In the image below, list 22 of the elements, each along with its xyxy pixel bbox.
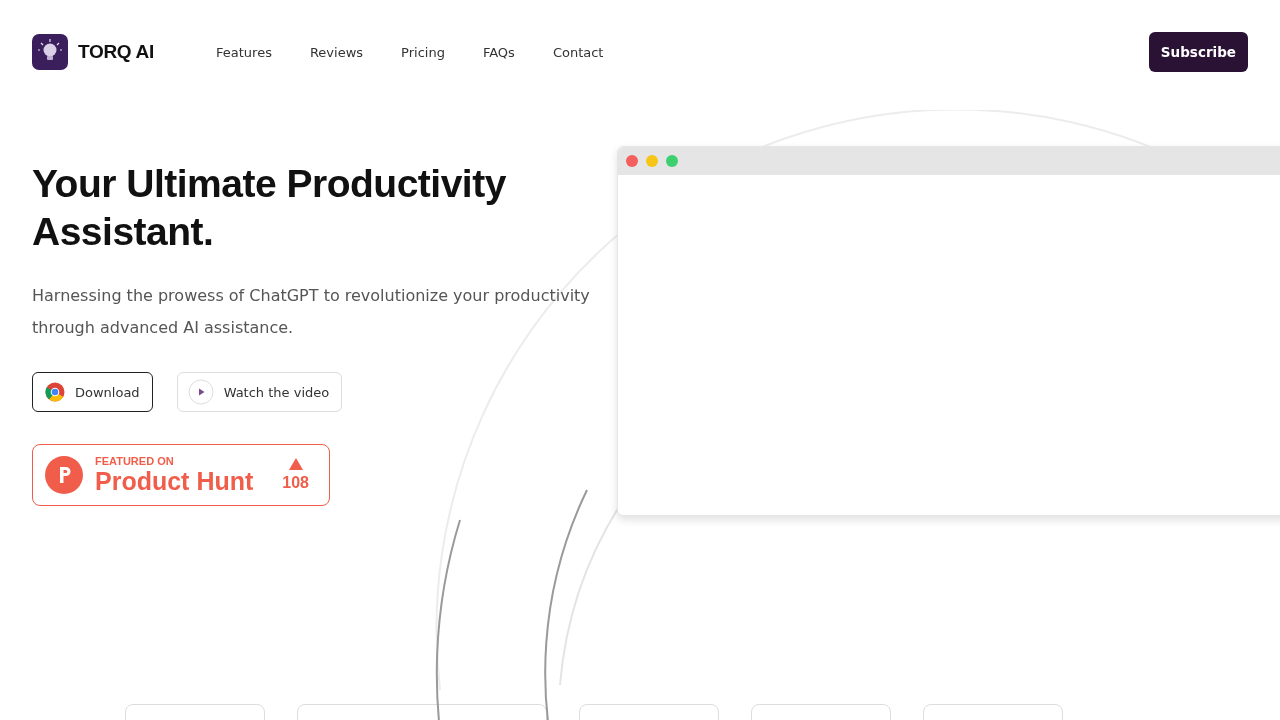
brand-name[interactable]: TORQ AI — [78, 41, 154, 63]
nav-link[interactable]: Features — [216, 44, 272, 60]
badge-eyebrow: FEATURED ON — [95, 455, 175, 467]
nav-link[interactable]: FAQs — [482, 44, 515, 60]
vote-count: 108 — [282, 474, 309, 492]
maximize-dot-icon — [666, 155, 678, 167]
badge-title: Product Hunt — [95, 467, 254, 495]
close-dot-icon — [626, 155, 638, 167]
video-button[interactable]: Watch the video — [176, 372, 343, 412]
browser-logo-icon — [45, 382, 65, 402]
product-hunt-logo-icon — [45, 456, 83, 494]
nav-link[interactable]: Pricing — [401, 44, 445, 60]
play-icon — [187, 379, 214, 405]
subscribe-button[interactable]: Subscribe — [1148, 32, 1248, 72]
minimize-dot-icon — [646, 155, 658, 167]
nav-link[interactable]: Contact — [552, 44, 604, 60]
nav-link[interactable]: Reviews — [309, 44, 364, 60]
download-button[interactable]: Download — [32, 372, 153, 412]
hero-subtitle: Harnessing the prowess of ChatGPT to revolutionize your productivity through advanced AI assistance. — [32, 285, 591, 339]
lightbulb-logo-icon[interactable] — [32, 34, 68, 70]
upvote-icon — [288, 458, 303, 470]
hero-title: Your Ultimate Productivity Assistant. — [32, 161, 507, 255]
